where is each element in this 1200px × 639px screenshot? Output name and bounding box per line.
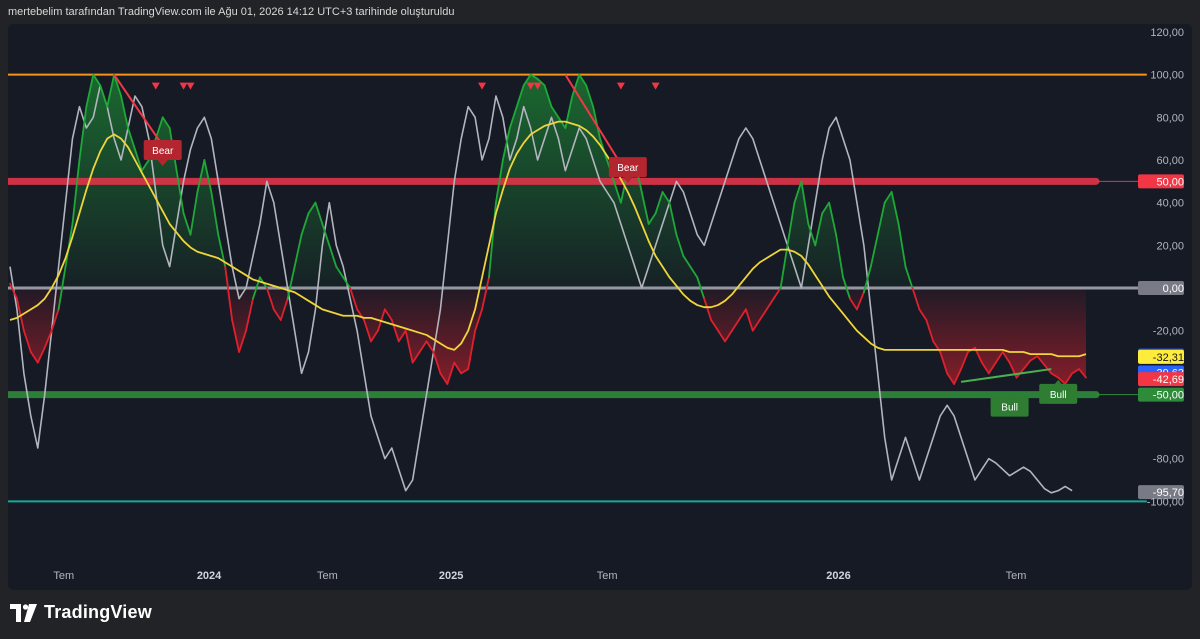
bear-signal-triangle (478, 82, 487, 90)
bear-signal-triangle (179, 82, 188, 90)
price-label: -100,00 (1147, 496, 1184, 508)
bull-label-3: Bull (1039, 379, 1078, 404)
y-tick-label: 60,00 (1156, 155, 1184, 167)
price-label: 50,00 (1138, 174, 1184, 189)
y-tick-label: 120,00 (1150, 27, 1184, 39)
y-tick-label: 80,00 (1156, 112, 1184, 124)
chart-pane[interactable]: Bear Bear Bull Bull 120,00 80,00 60,00 40,00 20,… (8, 24, 1192, 590)
price-label-text: -32,31 (1153, 352, 1184, 364)
price-label: -32,31 (1138, 349, 1184, 364)
x-tick-label: Tem (597, 570, 618, 582)
price-label-text: 100,00 (1150, 70, 1184, 82)
x-tick-label: 2026 (826, 570, 850, 582)
price-label: 0,00 (1138, 281, 1184, 295)
x-tick-label: Tem (53, 570, 74, 582)
bear-signal-triangle (186, 82, 195, 90)
price-label-text: -100,00 (1147, 496, 1184, 508)
bull-label-text: Bull (1001, 403, 1018, 414)
divergence-line-bull (960, 368, 1052, 383)
x-tick-label: 2025 (439, 570, 463, 582)
brand: TradingView (10, 602, 152, 623)
tradingview-logo-icon (10, 603, 37, 622)
price-label-text: -50,00 (1153, 390, 1184, 402)
price-label: 100,00 (1150, 70, 1184, 82)
x-tick-label: 2024 (197, 570, 222, 582)
price-label: -50,00 (1138, 387, 1184, 402)
price-label-text: 0,00 (1163, 283, 1184, 295)
y-tick-label: -80,00 (1153, 454, 1184, 466)
price-label-text: -42,69 (1153, 374, 1184, 386)
negative-area-fill (10, 288, 1086, 384)
y-tick-label: 20,00 (1156, 240, 1184, 252)
bull-label-text: Bull (1050, 390, 1067, 401)
bear-signal-triangle (151, 82, 160, 90)
bear-label-text: Bear (152, 146, 174, 157)
chart-caption: mertebelim tarafından TradingView.com il… (8, 6, 455, 18)
bear-label-text: Bear (617, 163, 639, 174)
price-label-text: 50,00 (1156, 176, 1184, 188)
x-tick-label: Tem (317, 570, 338, 582)
y-tick-label: -20,00 (1153, 326, 1184, 338)
oscillator-chart[interactable]: Bear Bear Bull Bull 120,00 80,00 60,00 40,00 20,… (8, 24, 1192, 590)
bear-signal-triangle (651, 82, 660, 90)
price-label: -42,69 (1138, 372, 1184, 387)
bear-signal-triangle (616, 82, 625, 90)
x-tick-label: Tem (1006, 570, 1027, 582)
brand-name: TradingView (44, 602, 152, 622)
y-tick-label: 40,00 (1156, 198, 1184, 210)
